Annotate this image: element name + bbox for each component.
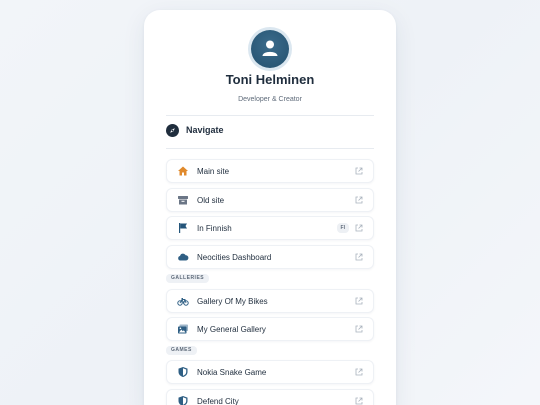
compass-icon xyxy=(166,123,179,137)
external-link-icon xyxy=(355,224,363,232)
profile-card: Toni Helminen Developer & Creator Naviga… xyxy=(144,10,396,405)
link-label: Nokia Snake Game xyxy=(197,367,267,377)
external-link-icon xyxy=(355,368,363,376)
link-label: Defend City xyxy=(197,396,239,405)
user-icon xyxy=(262,40,278,56)
link-label: In Finnish xyxy=(197,223,232,233)
link-old-site[interactable]: Old site xyxy=(166,188,374,212)
divider xyxy=(166,148,374,149)
cloud-icon xyxy=(177,251,189,263)
link-in-finnish[interactable]: In Finnish FI xyxy=(166,216,374,240)
link-nokia-snake-game[interactable]: Nokia Snake Game xyxy=(166,360,374,384)
link-gallery-of-my-bikes[interactable]: Gallery Of My Bikes xyxy=(166,289,374,313)
link-label: My General Gallery xyxy=(197,324,266,334)
language-badge: FI xyxy=(336,223,349,233)
divider xyxy=(166,115,374,116)
link-defend-city[interactable]: Defend City xyxy=(166,389,374,405)
bicycle-icon xyxy=(177,295,189,307)
link-main-site[interactable]: Main site xyxy=(166,159,374,183)
shield-icon xyxy=(177,366,189,378)
shield-icon xyxy=(177,395,189,405)
link-neocities-dashboard[interactable]: Neocities Dashboard xyxy=(166,245,374,269)
external-link-icon xyxy=(355,253,363,261)
link-label: Gallery Of My Bikes xyxy=(197,296,268,306)
navigate-title: Navigate xyxy=(186,125,224,135)
profile-name: Toni Helminen xyxy=(225,72,315,87)
external-link-icon xyxy=(355,325,363,333)
link-label: Main site xyxy=(197,166,230,176)
section-label-games: GAMES xyxy=(166,346,197,355)
section-label-galleries: GALLERIES xyxy=(166,274,210,283)
home-icon xyxy=(177,165,189,177)
link-my-general-gallery[interactable]: My General Gallery xyxy=(166,317,374,341)
flag-icon xyxy=(177,222,189,234)
external-link-icon xyxy=(355,397,363,405)
external-link-icon xyxy=(355,196,363,204)
link-label: Neocities Dashboard xyxy=(197,252,272,262)
profile-subtitle: Developer & Creator xyxy=(238,96,302,103)
images-icon xyxy=(177,323,189,335)
external-link-icon xyxy=(355,167,363,175)
archive-icon xyxy=(177,194,189,206)
external-link-icon xyxy=(355,297,363,305)
link-label: Old site xyxy=(197,195,225,205)
avatar xyxy=(251,30,289,68)
navigate-header: Navigate xyxy=(166,121,224,139)
